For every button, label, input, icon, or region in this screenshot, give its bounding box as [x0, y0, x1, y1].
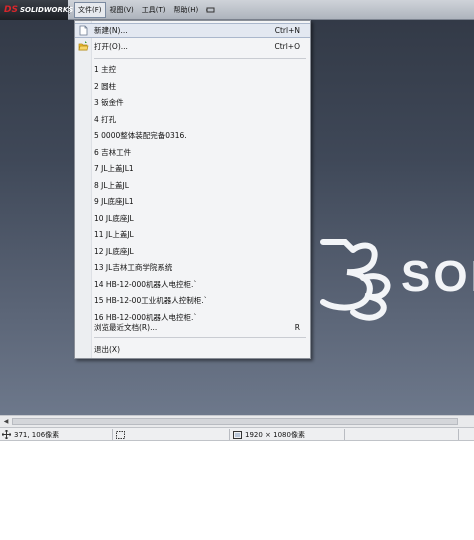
ds-logo-mark: DS	[4, 5, 18, 15]
recent-file-label: 13 JL吉林工商学院系统	[94, 263, 173, 272]
scroll-left-arrow-icon[interactable]: ◀	[1, 417, 11, 426]
move-cursor-icon	[2, 430, 11, 439]
toolbar-grip[interactable]	[69, 6, 72, 14]
recent-file-10[interactable]: 10 JL底座JL	[75, 211, 310, 226]
menu-open[interactable]: 打开(O)... Ctrl+O	[75, 39, 310, 54]
ds-brand-icon	[320, 239, 391, 321]
brand-wordmark: SOLI	[401, 252, 474, 301]
menu-bar: DS SOLIDWORKS 文件(F) 视图(V) 工具(T) 帮助(H)	[0, 0, 474, 20]
menu-new-label: 新建(N)...	[94, 26, 128, 35]
menu-new-shortcut: Ctrl+N	[274, 26, 300, 35]
menu-view[interactable]: 视图(V)	[106, 2, 138, 18]
menu-new[interactable]: 新建(N)... Ctrl+N	[75, 23, 310, 38]
status-divider	[229, 429, 230, 440]
solidworks-logo[interactable]: DS SOLIDWORKS	[0, 0, 73, 20]
solidworks-watermark: SOLI	[305, 232, 474, 322]
menu-separator	[94, 337, 306, 338]
recent-file-label: 1 主控	[94, 65, 117, 74]
menu-exit[interactable]: 退出(X)	[75, 342, 310, 357]
recent-file-label: 14 HB-12-000机器人电控柜.`	[94, 279, 198, 289]
menu-items: 文件(F) 视图(V) 工具(T) 帮助(H)	[74, 1, 219, 19]
recent-file-5[interactable]: 5 0000整体装配完备0316.	[75, 128, 310, 143]
menu-tools[interactable]: 工具(T)	[138, 2, 170, 18]
status-divider	[112, 429, 113, 440]
scroll-thumb[interactable]	[12, 418, 458, 425]
recent-file-label: 10 JL底座JL	[94, 213, 134, 223]
recent-file-4[interactable]: 4 打孔	[75, 112, 310, 127]
status-divider	[344, 429, 345, 440]
recent-file-7[interactable]: 7 JL上盖JL1	[75, 161, 310, 176]
status-divider	[458, 429, 459, 440]
menu-open-label: 打开(O)...	[94, 42, 128, 51]
recent-file-8[interactable]: 8 JL上盖JL	[75, 178, 310, 193]
status-bar: 371, 106像素 1920 × 1080像素	[0, 427, 474, 441]
file-menu-dropdown: 新建(N)... Ctrl+N 打开(O)... Ctrl+O 1 主控 2 圆…	[74, 20, 311, 359]
recent-file-label: 9 JL底座JL1	[94, 197, 134, 206]
recent-file-label: 2 圆柱	[94, 81, 117, 91]
recent-file-9[interactable]: 9 JL底座JL1	[75, 194, 310, 209]
menu-exit-label: 退出(X)	[94, 345, 120, 354]
menu-browse-recent[interactable]: 浏览最近文档(R)... R	[75, 320, 310, 335]
new-document-icon	[79, 25, 88, 36]
menu-separator	[94, 58, 306, 59]
logo-text: SOLIDWORKS	[19, 6, 74, 14]
cursor-position: 371, 106像素	[14, 430, 60, 439]
menu-browse-recent-shortcut: R	[294, 323, 300, 332]
recent-file-label: 6 吉林工件	[94, 147, 132, 157]
recent-file-label: 7 JL上盖JL1	[94, 164, 134, 173]
recent-file-14[interactable]: 14 HB-12-000机器人电控柜.`	[75, 277, 310, 292]
selection-cell	[116, 428, 125, 441]
selection-rect-icon	[116, 430, 125, 439]
recent-file-label: 3 钣金件	[94, 98, 124, 107]
recent-file-3[interactable]: 3 钣金件	[75, 95, 310, 110]
recent-file-13[interactable]: 13 JL吉林工商学院系统	[75, 260, 310, 275]
image-size-icon	[233, 430, 242, 439]
recent-file-label: 8 JL上盖JL	[94, 180, 129, 190]
pin-menu-icon[interactable]	[202, 2, 219, 18]
image-size: 1920 × 1080像素	[245, 430, 305, 439]
cursor-position-cell: 371, 106像素	[2, 428, 59, 441]
horizontal-scrollbar[interactable]: ◀	[0, 415, 474, 427]
recent-file-label: 5 0000整体装配完备0316.	[94, 131, 187, 140]
recent-file-label: 11 JL上盖JL	[94, 230, 134, 239]
app-window: DS SOLIDWORKS 文件(F) 视图(V) 工具(T) 帮助(H) SO…	[0, 0, 474, 540]
recent-file-label: 4 打孔	[94, 114, 117, 124]
recent-file-label: 15 HB-12-00工业机器人控制柜.`	[94, 296, 208, 305]
recent-file-2[interactable]: 2 圆柱	[75, 79, 310, 94]
menu-open-shortcut: Ctrl+O	[274, 42, 300, 51]
recent-file-1[interactable]: 1 主控	[75, 62, 310, 77]
recent-file-11[interactable]: 11 JL上盖JL	[75, 227, 310, 242]
open-folder-icon	[78, 41, 89, 51]
menu-help[interactable]: 帮助(H)	[170, 2, 203, 18]
menu-browse-recent-label: 浏览最近文档(R)...	[94, 323, 158, 332]
recent-file-6[interactable]: 6 吉林工件	[75, 145, 310, 160]
recent-file-12[interactable]: 12 JL底座JL	[75, 244, 310, 259]
menu-file[interactable]: 文件(F)	[74, 2, 106, 18]
recent-file-label: 12 JL底座JL	[94, 246, 134, 256]
image-size-cell: 1920 × 1080像素	[233, 428, 305, 441]
recent-file-15[interactable]: 15 HB-12-00工业机器人控制柜.`	[75, 293, 310, 308]
